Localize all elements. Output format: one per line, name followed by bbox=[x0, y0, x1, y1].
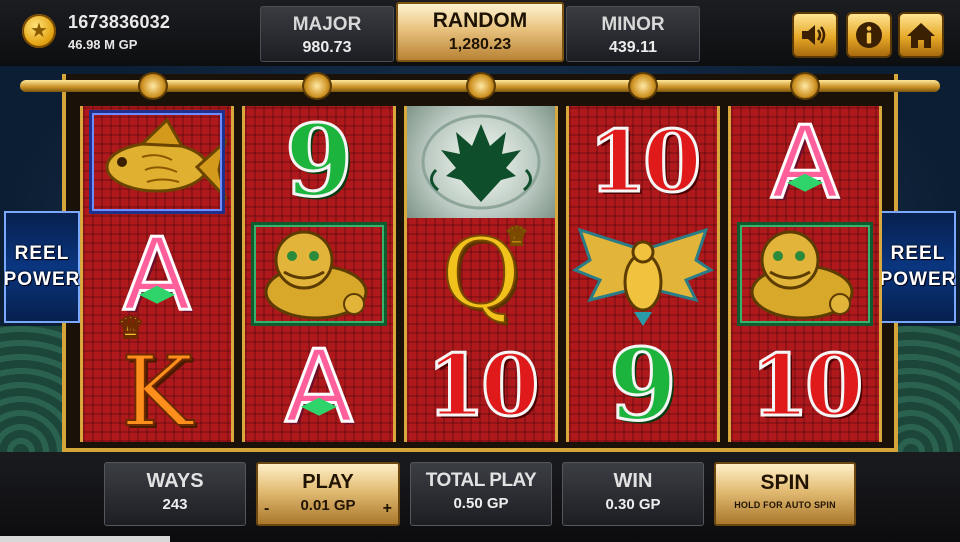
symbol-10: 10 bbox=[731, 330, 879, 442]
major-jackpot-label: MAJOR bbox=[292, 14, 362, 35]
win-value: 0.30 GP bbox=[605, 496, 661, 513]
info-icon bbox=[856, 22, 882, 48]
symbol-goldfish bbox=[83, 106, 231, 218]
symbol-foo-dog bbox=[245, 218, 393, 330]
symbol-dragon bbox=[407, 106, 555, 218]
dragon-icon bbox=[421, 114, 541, 210]
symbol-a: A bbox=[245, 326, 393, 446]
number-10-symbol: 10 bbox=[425, 336, 541, 435]
total-play-value: 0.50 GP bbox=[453, 495, 509, 512]
spin-label: SPIN bbox=[760, 471, 810, 494]
play-label: PLAY bbox=[302, 471, 354, 493]
symbol-q: Q ♛ bbox=[407, 217, 555, 331]
minor-jackpot: MINOR 439.11 bbox=[566, 6, 700, 62]
bottom-bar: WAYS 243 PLAY 0.01 GP - + TOTAL PLAY 0.5… bbox=[0, 452, 960, 542]
reel-stage: REEL POWER REEL POWER A ♛ K 9 A Q ♛ 10 1… bbox=[0, 66, 960, 452]
crown-icon: ♛ bbox=[116, 311, 145, 346]
sound-button[interactable] bbox=[792, 12, 838, 58]
decrease-bet-button[interactable]: - bbox=[264, 500, 269, 518]
random-jackpot-value: 1,280.23 bbox=[448, 36, 512, 53]
temple-roof bbox=[20, 66, 940, 106]
win-display: WIN 0.30 GP bbox=[562, 462, 704, 526]
reel-2: 9 A bbox=[242, 106, 396, 446]
account-id: 1673836032 bbox=[68, 12, 171, 32]
major-jackpot-value: 980.73 bbox=[302, 39, 352, 56]
random-jackpot: RANDOM 1,280.23 bbox=[396, 2, 564, 62]
medallion-icon bbox=[138, 72, 168, 100]
coin-star-icon: ★ bbox=[22, 14, 56, 48]
medallion-icon bbox=[302, 72, 332, 100]
minor-jackpot-value: 439.11 bbox=[608, 39, 658, 56]
win-label: WIN bbox=[613, 470, 653, 492]
gem-icon bbox=[786, 173, 823, 192]
number-10-symbol: 10 bbox=[749, 336, 865, 435]
number-9-symbol: 9 bbox=[283, 104, 354, 219]
play-bet-control[interactable]: PLAY 0.01 GP - + bbox=[256, 462, 400, 526]
total-play-display: TOTAL PLAY 0.50 GP bbox=[410, 462, 552, 526]
medallion-icon bbox=[790, 72, 820, 100]
reel-3: Q ♛ 10 bbox=[404, 106, 558, 442]
info-button[interactable] bbox=[846, 12, 892, 58]
ways-display: WAYS 243 bbox=[104, 462, 246, 526]
symbol-phoenix bbox=[569, 218, 717, 330]
account-balance: 46.98 M GP bbox=[68, 37, 138, 52]
symbol-foo-dog bbox=[731, 218, 879, 330]
top-bar: ★ 1673836032 46.98 M GP MAJOR 980.73 RAN… bbox=[0, 0, 960, 66]
medallion-icon bbox=[466, 72, 496, 100]
wave-decoration-left bbox=[0, 326, 70, 452]
ways-label: WAYS bbox=[146, 470, 204, 492]
spin-button[interactable]: SPIN HOLD FOR AUTO SPIN bbox=[714, 462, 856, 526]
random-jackpot-label: RANDOM bbox=[432, 9, 528, 32]
symbol-10: 10 bbox=[569, 106, 717, 218]
symbol-a: A bbox=[731, 102, 879, 222]
speaker-icon bbox=[802, 25, 826, 45]
reel-power-banner-left: REEL POWER bbox=[4, 211, 80, 323]
letter-a-symbol: A bbox=[769, 102, 840, 222]
play-value: 0.01 GP bbox=[300, 497, 356, 514]
total-play-label: TOTAL PLAY bbox=[425, 470, 537, 491]
number-10-symbol: 10 bbox=[587, 112, 703, 211]
symbol-a: A bbox=[83, 214, 231, 334]
home-button[interactable] bbox=[898, 12, 944, 58]
symbol-k: ♛ K bbox=[83, 313, 231, 450]
letter-a-symbol: A bbox=[283, 326, 354, 446]
phoenix-icon bbox=[571, 227, 715, 326]
crown-icon: ♛ bbox=[504, 222, 529, 252]
wave-decoration-right bbox=[890, 326, 960, 452]
letter-k-symbol: K bbox=[120, 335, 194, 449]
symbol-9: 9 bbox=[569, 330, 717, 442]
symbol-9: 9 bbox=[245, 106, 393, 218]
gem-icon bbox=[138, 285, 175, 304]
reel-5: A 10 bbox=[728, 102, 882, 442]
gem-icon bbox=[300, 397, 337, 416]
ways-value: 243 bbox=[162, 496, 188, 513]
reel-power-banner-right: REEL POWER bbox=[880, 211, 956, 323]
increase-bet-button[interactable]: + bbox=[383, 500, 392, 518]
major-jackpot: MAJOR 980.73 bbox=[260, 6, 394, 62]
medallion-icon bbox=[628, 72, 658, 100]
reel-1: A ♛ K bbox=[80, 106, 234, 450]
home-icon bbox=[907, 23, 935, 48]
number-9-symbol: 9 bbox=[607, 328, 678, 443]
reel-4: 10 9 bbox=[566, 106, 720, 442]
loading-strip bbox=[0, 536, 170, 542]
symbol-10: 10 bbox=[407, 330, 555, 442]
auto-spin-hint: HOLD FOR AUTO SPIN bbox=[734, 500, 836, 510]
minor-jackpot-label: MINOR bbox=[601, 14, 665, 35]
